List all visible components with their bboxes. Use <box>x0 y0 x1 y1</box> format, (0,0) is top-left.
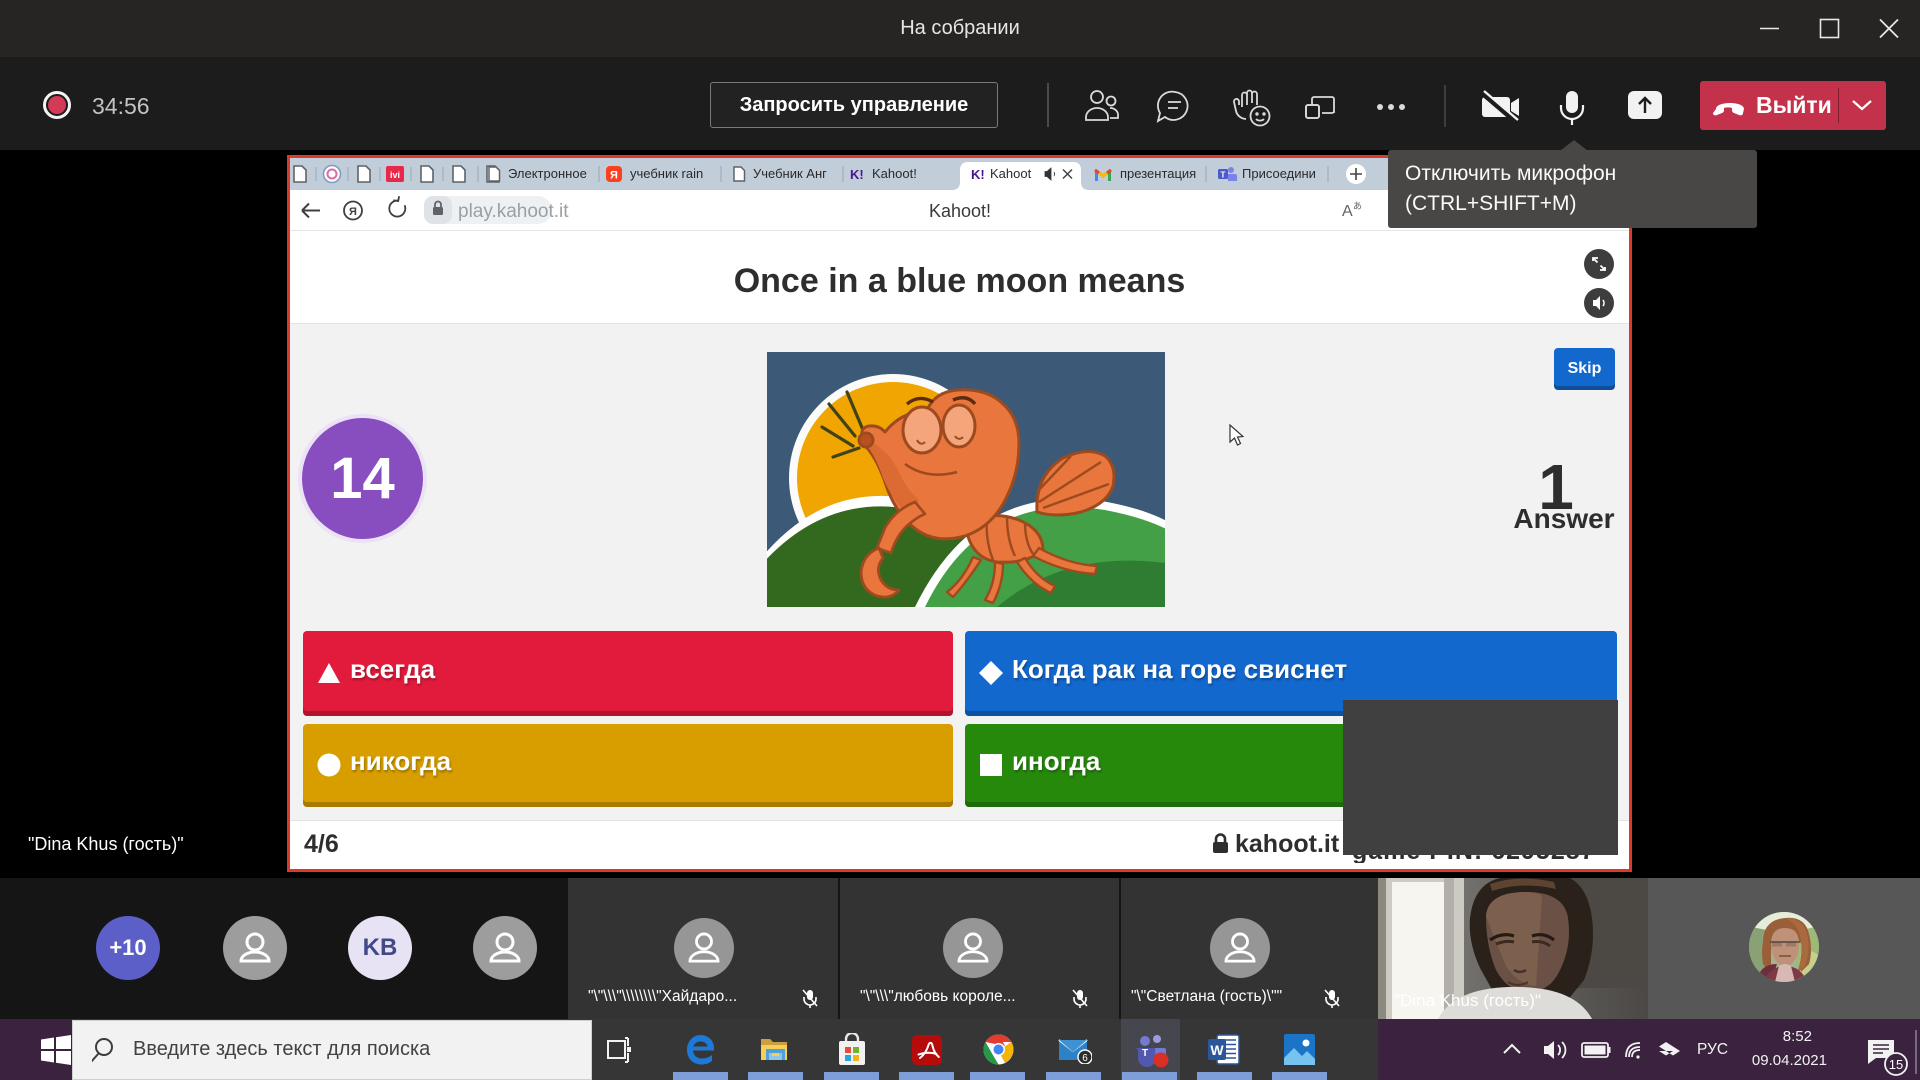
svg-text:Kahoot: Kahoot <box>990 166 1032 181</box>
svg-text:K!: K! <box>971 167 985 182</box>
svg-text:W: W <box>1210 1042 1224 1058</box>
svg-text:Kahoot!: Kahoot! <box>929 201 991 221</box>
svg-text:15: 15 <box>1889 1057 1903 1072</box>
svg-text:учебник rain: учебник rain <box>630 166 703 181</box>
svg-text:K!: K! <box>850 167 864 182</box>
svg-text:Электронное: Электронное <box>508 166 587 181</box>
svg-text:T: T <box>1221 171 1226 180</box>
svg-text:6: 6 <box>1082 1053 1088 1064</box>
svg-text:play.kahoot.it: play.kahoot.it <box>458 201 569 222</box>
svg-text:Учебник Анг: Учебник Анг <box>753 166 827 181</box>
svg-text:презентация: презентация <box>1120 166 1196 181</box>
svg-text:Присоедини: Присоедини <box>1242 166 1316 181</box>
svg-text:Я: Я <box>349 206 357 218</box>
svg-text:T: T <box>1142 1048 1148 1059</box>
svg-text:A: A <box>1342 203 1353 220</box>
svg-text:Kahoot!: Kahoot! <box>872 166 917 181</box>
svg-text:ivi: ivi <box>390 170 400 180</box>
svg-text:"Dina Khus (гость)": "Dina Khus (гость)" <box>1394 991 1541 1010</box>
svg-text:Я: Я <box>610 170 618 182</box>
svg-text:あ: あ <box>1353 201 1362 211</box>
